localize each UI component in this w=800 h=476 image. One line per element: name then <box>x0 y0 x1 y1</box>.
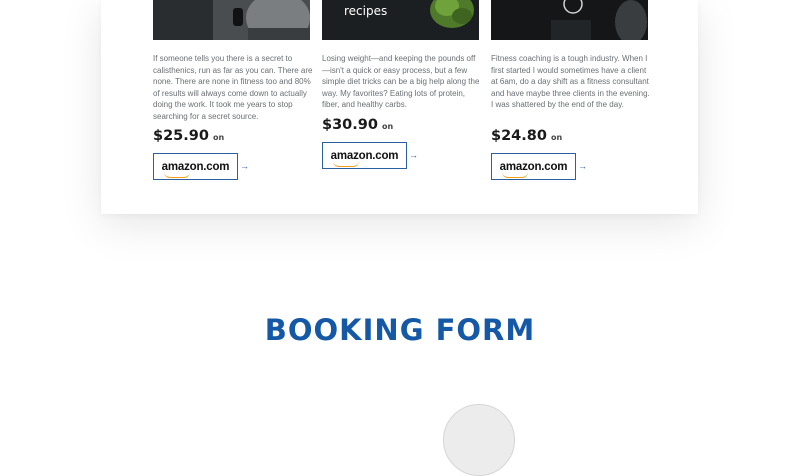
book-price-1: $25.90 on <box>153 128 224 144</box>
book-image-2: recipes <box>322 0 479 40</box>
price-value: $25.90 <box>153 128 209 144</box>
book-price-2: $30.90 on <box>322 117 393 133</box>
amazon-logo: amazon.com <box>331 150 399 167</box>
books-card: If someone tells you there is a secret t… <box>101 0 698 214</box>
arrow-right-icon: → <box>409 150 418 160</box>
book-description-1: If someone tells you there is a secret t… <box>153 54 313 121</box>
arrow-right-icon: → <box>578 161 587 171</box>
book-description-2: Losing weight—and keeping the pounds off… <box>322 54 480 109</box>
book-image-3 <box>491 0 648 40</box>
book-price-3: $24.80 on <box>491 128 562 144</box>
price-on-label: on <box>212 133 225 142</box>
book-image-caption-2: recipes <box>344 4 388 18</box>
amazon-logo: amazon.com <box>162 161 230 178</box>
amazon-logo: amazon.com <box>500 161 568 178</box>
amazon-button-3[interactable]: amazon.com <box>491 153 576 180</box>
amazon-button-1[interactable]: amazon.com <box>153 153 238 180</box>
avatar <box>443 404 515 476</box>
price-on-label: on <box>550 133 563 142</box>
amazon-button-2[interactable]: amazon.com <box>322 142 407 169</box>
price-value: $30.90 <box>322 117 378 133</box>
arrow-right-icon: → <box>240 161 249 171</box>
book-description-3: Fitness coaching is a tough industry. Wh… <box>491 54 650 109</box>
price-on-label: on <box>381 122 394 131</box>
price-value: $24.80 <box>491 128 547 144</box>
booking-form-title: BOOKING FORM <box>264 313 536 347</box>
book-image-1 <box>153 0 310 40</box>
